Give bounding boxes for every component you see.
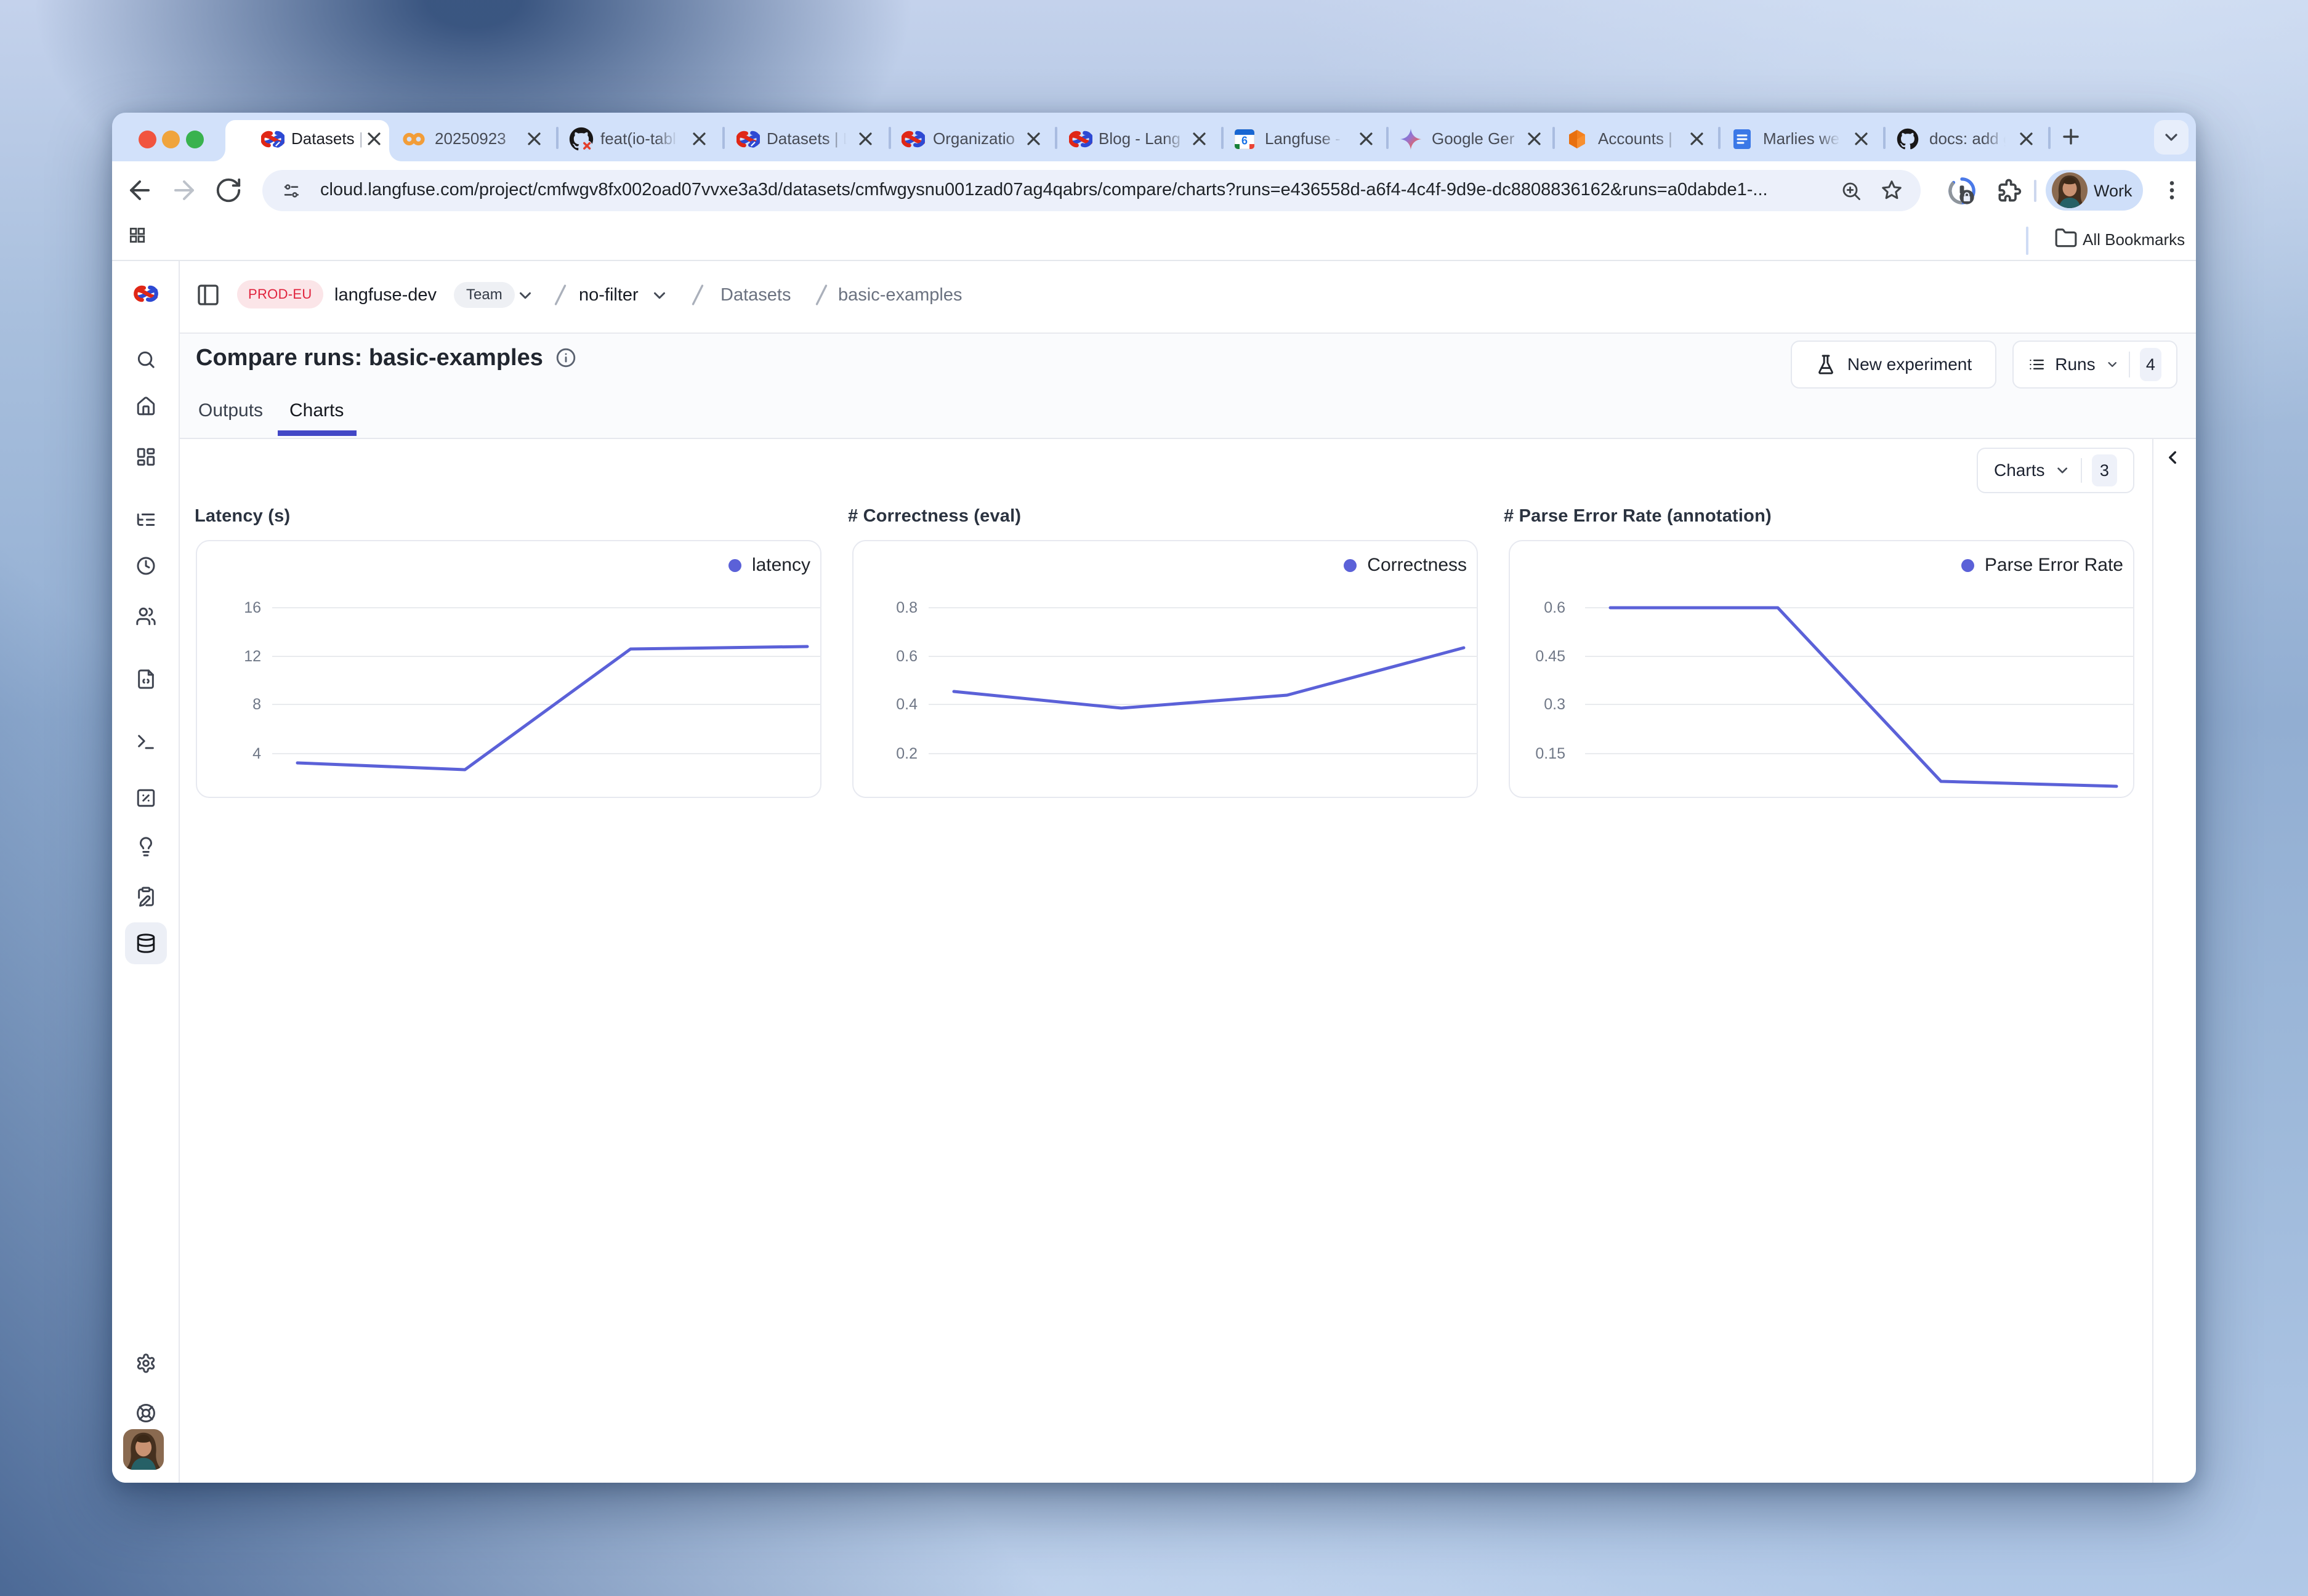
svg-text:6: 6 (1241, 135, 1248, 147)
